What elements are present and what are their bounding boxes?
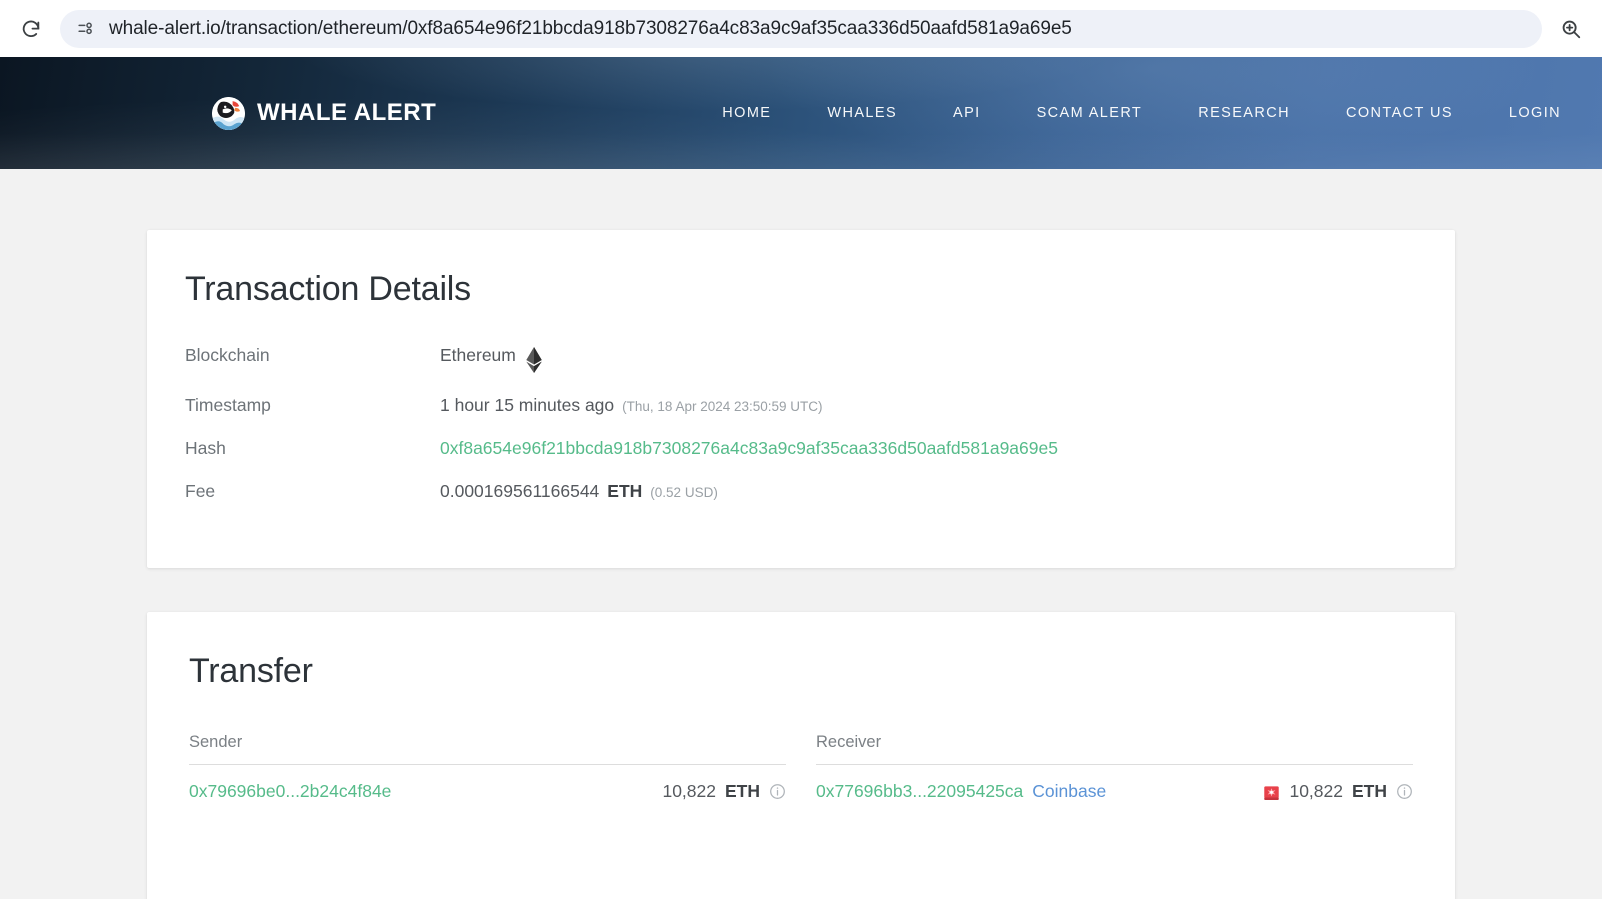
receiver-address-wrap: 0x77696bb3...22095425ca Coinbase	[816, 781, 1106, 802]
fee-unit: ETH	[607, 481, 643, 501]
receiver-owner-link[interactable]: Coinbase	[1032, 781, 1106, 802]
receiver-column: Receiver 0x77696bb3...22095425ca Coinbas…	[816, 733, 1413, 802]
sender-column: Sender 0x79696be0...2b24c4f84e 10,822 ET…	[189, 733, 786, 802]
sender-amount-unit: ETH	[725, 781, 760, 801]
receiver-row: 0x77696bb3...22095425ca Coinbase 10,822 …	[816, 765, 1413, 802]
page-body: Transaction Details Blockchain Ethereum …	[0, 230, 1602, 899]
fee-label: Fee	[185, 481, 216, 501]
blockchain-value: Ethereum	[440, 345, 516, 365]
nav-item-whales[interactable]: WHALES	[799, 105, 925, 121]
reload-icon	[20, 18, 42, 40]
nav-item-scam-alert[interactable]: SCAM ALERT	[1009, 105, 1171, 121]
hash-link[interactable]: 0xf8a654e96f21bbcda918b7308276a4c83a9c9a…	[440, 438, 1058, 459]
nav-item-research[interactable]: RESEARCH	[1170, 105, 1318, 121]
sender-info-icon[interactable]	[769, 783, 786, 800]
timestamp-value-wrap: 1 hour 15 minutes ago (Thu, 18 Apr 2024 …	[440, 395, 823, 416]
sender-header: Sender	[189, 733, 786, 765]
receiver-amount-unit: ETH	[1352, 781, 1387, 801]
brand-name: WHALE ALERT	[257, 99, 437, 126]
site-header: WHALE ALERT HOME WHALES API SCAM ALERT R…	[0, 57, 1602, 169]
detail-row-timestamp: Timestamp 1 hour 15 minutes ago (Thu, 18…	[185, 395, 1417, 419]
zoom-search-icon[interactable]	[1554, 12, 1588, 46]
receiver-address-link[interactable]: 0x77696bb3...22095425ca	[816, 781, 1023, 802]
hash-label: Hash	[185, 438, 226, 458]
fee-usd: (0.52 USD)	[650, 485, 718, 500]
nav-item-api[interactable]: API	[925, 105, 1009, 121]
blockchain-label: Blockchain	[185, 345, 270, 365]
page-title: Transaction Details	[185, 270, 471, 308]
hash-value-wrap: 0xf8a654e96f21bbcda918b7308276a4c83a9c9a…	[440, 438, 1058, 459]
main-nav: HOME WHALES API SCAM ALERT RESEARCH CONT…	[694, 103, 1602, 124]
timestamp-absolute: (Thu, 18 Apr 2024 23:50:59 UTC)	[622, 399, 823, 414]
nav-item-login[interactable]: LOGIN	[1481, 105, 1589, 121]
transfer-card: Transfer Sender 0x79696be0...2b24c4f84e …	[147, 612, 1455, 899]
detail-row-blockchain: Blockchain Ethereum	[185, 345, 1417, 376]
fee-value-wrap: 0.000169561166544 ETH (0.52 USD)	[440, 481, 718, 502]
ethereum-diamond-icon	[524, 347, 544, 378]
sender-address-link[interactable]: 0x79696be0...2b24c4f84e	[189, 781, 391, 802]
receiver-header: Receiver	[816, 733, 1413, 765]
nav-item-contact-us[interactable]: CONTACT US	[1318, 105, 1481, 121]
timestamp-label: Timestamp	[185, 395, 271, 415]
sender-amount-wrap: 10,822 ETH	[662, 781, 786, 802]
receiver-amount: 10,822	[1289, 781, 1343, 801]
sender-row: 0x79696be0...2b24c4f84e 10,822 ETH	[189, 765, 786, 802]
detail-row-fee: Fee 0.000169561166544 ETH (0.52 USD)	[185, 481, 1417, 505]
reload-button[interactable]	[14, 12, 48, 46]
whale-logo-icon	[212, 96, 245, 130]
browser-toolbar: whale-alert.io/transaction/ethereum/0xf8…	[0, 0, 1602, 57]
brand-logo-link[interactable]: WHALE ALERT	[212, 96, 437, 130]
receiver-amount-wrap: 10,822 ETH	[1263, 781, 1413, 802]
nav-item-home[interactable]: HOME	[694, 105, 799, 121]
sender-address-wrap: 0x79696be0...2b24c4f84e	[189, 781, 391, 802]
sender-amount: 10,822	[662, 781, 716, 801]
site-info-icon[interactable]	[76, 19, 95, 38]
transaction-details-card: Transaction Details Blockchain Ethereum …	[147, 230, 1455, 568]
blockchain-value-wrap: Ethereum	[440, 345, 544, 376]
timestamp-relative: 1 hour 15 minutes ago	[440, 395, 615, 415]
receiver-info-icon[interactable]	[1396, 783, 1413, 800]
transfer-columns: Sender 0x79696be0...2b24c4f84e 10,822 ET…	[189, 733, 1413, 802]
detail-row-hash: Hash 0xf8a654e96f21bbcda918b7308276a4c83…	[185, 438, 1417, 462]
transfer-title: Transfer	[189, 652, 313, 690]
alarm-light-icon	[1263, 782, 1280, 801]
address-bar[interactable]: whale-alert.io/transaction/ethereum/0xf8…	[60, 9, 1542, 48]
fee-amount: 0.000169561166544	[440, 481, 600, 501]
url-text: whale-alert.io/transaction/ethereum/0xf8…	[109, 17, 1072, 39]
